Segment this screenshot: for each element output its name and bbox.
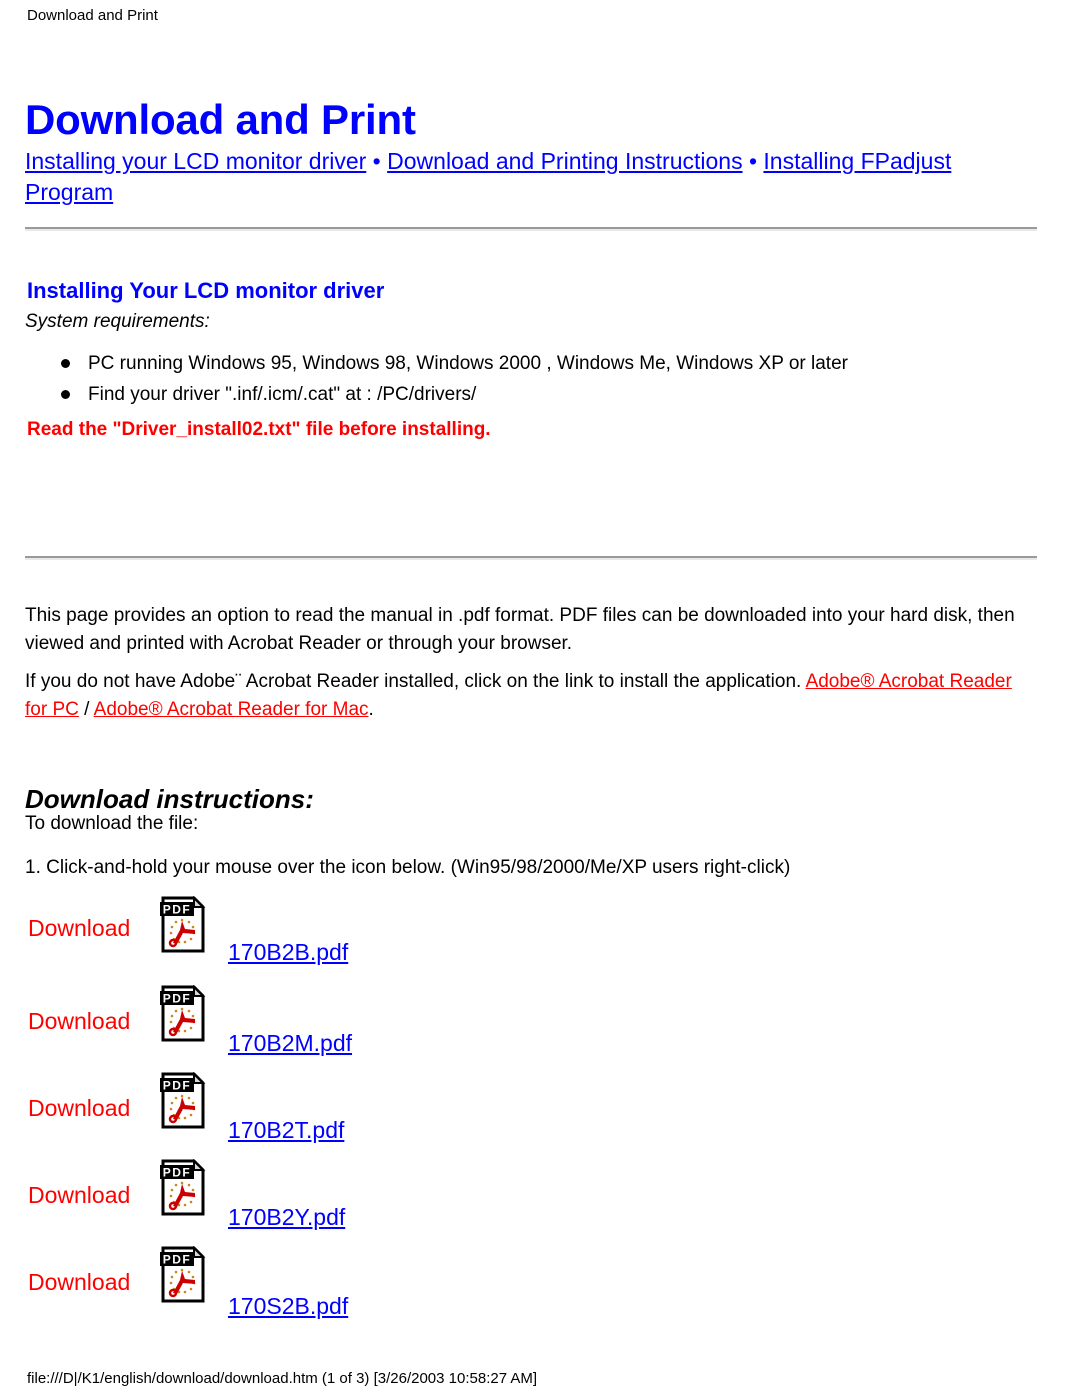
horizontal-rule-top bbox=[25, 227, 1037, 231]
list-item: Find your driver ".inf/.icm/.cat" at : /… bbox=[60, 379, 1020, 410]
horizontal-rule-middle bbox=[25, 556, 1037, 560]
list-item-label: Find your driver ".inf/.icm/.cat" at : /… bbox=[88, 384, 477, 405]
list-item-label: PC running Windows 95, Windows 98, Windo… bbox=[88, 353, 848, 374]
pdf-file-icon[interactable]: PDF bbox=[158, 984, 206, 1043]
svg-text:PDF: PDF bbox=[163, 1166, 192, 1180]
page-title: Download and Print bbox=[25, 96, 416, 144]
download-label: Download bbox=[28, 1182, 131, 1208]
svg-text:PDF: PDF bbox=[163, 992, 192, 1006]
system-requirements-label: System requirements: bbox=[25, 311, 210, 332]
download-label: Download bbox=[28, 1008, 131, 1034]
download-file-list: Download PDF 170B2B.pdf Download PDF 170… bbox=[0, 895, 1080, 1330]
pdf-file-icon[interactable]: PDF bbox=[158, 1245, 206, 1304]
footer-file-path: file:///D|/K1/english/download/download.… bbox=[27, 1370, 538, 1387]
download-label: Download bbox=[28, 1269, 131, 1295]
pdf-file-icon[interactable]: PDF bbox=[158, 895, 206, 954]
download-label: Download bbox=[28, 915, 131, 941]
driver-install-warning: Read the "Driver_install02.txt" file bef… bbox=[27, 419, 491, 440]
list-item: PC running Windows 95, Windows 98, Windo… bbox=[60, 348, 1020, 379]
pdf-file-icon[interactable]: PDF bbox=[158, 1071, 206, 1130]
acrobat-link-slash: / bbox=[78, 699, 94, 720]
nav-separator-2: • bbox=[742, 148, 764, 174]
nav-link-installing-driver[interactable]: Installing your LCD monitor driver bbox=[25, 148, 366, 174]
download-row: Download PDF bbox=[0, 1243, 1080, 1330]
download-row: Download PDF bbox=[0, 1069, 1080, 1156]
acrobat-text-part-2: Acrobat Reader installed, click on the l… bbox=[241, 671, 806, 692]
svg-text:PDF: PDF bbox=[163, 903, 192, 917]
bullet-icon bbox=[61, 390, 70, 399]
download-row: Download PDF bbox=[0, 982, 1080, 1069]
download-row: Download PDF bbox=[0, 895, 1080, 982]
section-heading-installing-driver: Installing Your LCD monitor driver bbox=[27, 278, 385, 304]
download-instructions-heading: Download instructions: bbox=[25, 783, 314, 814]
pdf-file-link[interactable]: 170B2T.pdf bbox=[228, 1116, 344, 1144]
nav-separator-1: • bbox=[366, 148, 388, 174]
section-nav-links: Installing your LCD monitor driver • Dow… bbox=[25, 146, 1035, 208]
document-page: Download and Print Download and Print In… bbox=[0, 0, 1080, 1397]
pdf-file-link[interactable]: 170B2Y.pdf bbox=[228, 1203, 345, 1231]
pdf-file-link[interactable]: 170B2B.pdf bbox=[228, 938, 348, 966]
acrobat-text-end: . bbox=[368, 699, 374, 720]
nav-link-download-printing-instructions[interactable]: Download and Printing Instructions bbox=[387, 148, 742, 174]
intro-paragraph-acrobat: If you do not have Adobe¨ Acrobat Reader… bbox=[25, 668, 1037, 724]
acrobat-text-part-1: If you do not have Adobe bbox=[25, 671, 236, 692]
bullet-icon bbox=[61, 359, 70, 368]
system-requirements-list: PC running Windows 95, Windows 98, Windo… bbox=[60, 348, 1020, 410]
intro-paragraph-pdf-info: This page provides an option to read the… bbox=[25, 605, 1015, 654]
svg-text:PDF: PDF bbox=[163, 1253, 192, 1267]
pdf-file-link[interactable]: 170B2M.pdf bbox=[228, 1029, 352, 1057]
download-row: Download PDF bbox=[0, 1156, 1080, 1243]
download-instruction-intro: To download the file: bbox=[25, 813, 199, 834]
link-adobe-acrobat-reader-mac[interactable]: Adobe® Acrobat Reader for Mac bbox=[94, 699, 369, 720]
pdf-file-icon[interactable]: PDF bbox=[158, 1158, 206, 1217]
pdf-file-link[interactable]: 170S2B.pdf bbox=[228, 1292, 348, 1320]
svg-text:PDF: PDF bbox=[163, 1079, 192, 1093]
download-label: Download bbox=[28, 1095, 131, 1121]
running-head: Download and Print bbox=[27, 7, 158, 24]
download-instruction-step-1: 1. Click-and-hold your mouse over the ic… bbox=[25, 857, 791, 878]
